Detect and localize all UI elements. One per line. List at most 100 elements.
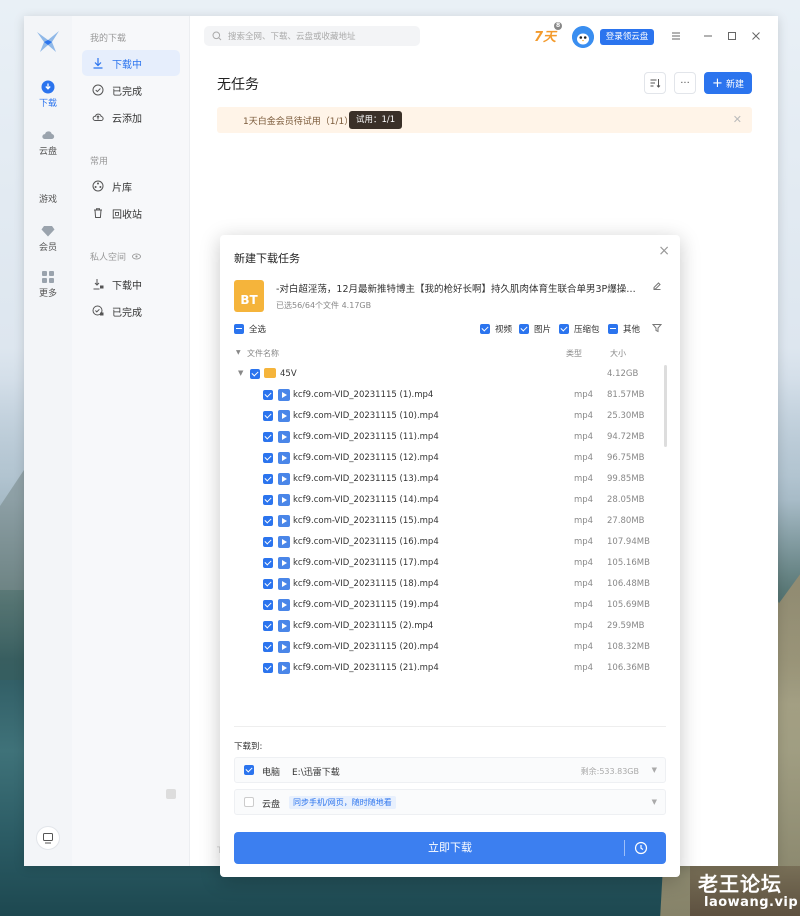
file-row[interactable]: kcf9.com-VID_20231115 (13).mp4 mp4 99.85MB <box>234 469 666 490</box>
sidebar-group-common: 常用 <box>90 157 109 167</box>
trial-banner[interactable]: 1天白金会员待试用（1/1） 试用：1/1 ✕ <box>217 107 752 133</box>
grid-icon <box>42 271 54 283</box>
checkbox-checked[interactable] <box>244 765 254 775</box>
file-row[interactable]: kcf9.com-VID_20231115 (20).mp4 mp4 108.32M… <box>234 637 666 658</box>
destination-path[interactable]: E:\迅雷下载 <box>292 765 340 778</box>
eye-icon[interactable] <box>131 252 141 261</box>
sort-button[interactable] <box>644 72 666 94</box>
video-file-icon <box>278 599 290 611</box>
rail-item-download[interactable]: 下载 <box>24 80 72 109</box>
filter-archive[interactable]: 压缩包 <box>559 323 600 335</box>
more-button[interactable]: ··· <box>674 72 696 94</box>
sidebar-item-trash[interactable]: 回收站 <box>82 200 180 226</box>
file-type: mp4 <box>574 411 594 421</box>
checkbox-checked[interactable] <box>263 495 273 505</box>
filter-image[interactable]: 图片 <box>519 323 551 335</box>
dialog-close-icon[interactable]: × <box>658 243 670 259</box>
sidebar-item-completed[interactable]: 已完成 <box>82 77 180 103</box>
maximize-icon[interactable] <box>726 30 738 42</box>
button-separator <box>624 840 625 856</box>
sort-caret-icon: ▼ <box>236 349 241 356</box>
file-row[interactable]: kcf9.com-VID_20231115 (16).mp4 mp4 107.94M… <box>234 532 666 553</box>
feedback-button[interactable] <box>36 826 60 850</box>
checkbox-checked[interactable] <box>263 537 273 547</box>
file-row[interactable]: kcf9.com-VID_20231115 (21).mp4 mp4 106.36M… <box>234 658 666 679</box>
rail-item-more[interactable]: 更多 <box>24 270 72 299</box>
avatar[interactable] <box>572 26 594 48</box>
file-row[interactable]: kcf9.com-VID_20231115 (19).mp4 mp4 105.69M… <box>234 595 666 616</box>
login-button[interactable]: 登录领云盘 <box>600 29 654 45</box>
checkbox-partial <box>234 324 244 334</box>
checkbox-checked[interactable] <box>263 558 273 568</box>
sidebar-collapse-button[interactable] <box>166 789 176 799</box>
edit-icon[interactable] <box>652 281 662 291</box>
destination-cloud[interactable]: 云盘 同步手机/网页，随时随地看 ▼ <box>234 789 666 815</box>
video-file-icon <box>278 557 290 569</box>
chevron-down-icon[interactable]: ▼ <box>652 798 657 806</box>
checkbox-checked[interactable] <box>250 369 260 379</box>
checkbox-checked[interactable] <box>263 663 273 673</box>
checkbox-checked[interactable] <box>263 579 273 589</box>
sidebar-item-cloud-add[interactable]: 云添加 <box>82 104 180 130</box>
trial-pill[interactable]: 试用：1/1 <box>349 111 403 129</box>
vip-badge-text: 7天 <box>534 30 557 45</box>
schedule-clock-icon[interactable] <box>634 841 648 855</box>
filter-funnel-icon[interactable] <box>652 323 662 333</box>
checkbox-checked[interactable] <box>263 390 273 400</box>
file-name: kcf9.com-VID_20231115 (18).mp4 <box>293 579 439 589</box>
destination-pc[interactable]: 电脑 E:\迅雷下载 剩余:533.83GB ▼ <box>234 757 666 783</box>
video-file-icon <box>278 389 290 401</box>
file-row[interactable]: kcf9.com-VID_20231115 (17).mp4 mp4 105.16M… <box>234 553 666 574</box>
expand-arrow-icon[interactable]: ▼ <box>238 369 243 377</box>
vip-trial-badge[interactable]: 7天 8 <box>534 22 563 45</box>
checkbox-checked[interactable] <box>263 474 273 484</box>
download-now-button[interactable]: 立即下载 <box>234 832 666 864</box>
trial-close-icon[interactable]: ✕ <box>733 113 742 126</box>
rail-item-member[interactable]: 会员 <box>24 224 72 253</box>
cloud-upload-icon <box>92 113 104 121</box>
file-row[interactable]: kcf9.com-VID_20231115 (1).mp4 mp4 81.57MB <box>234 385 666 406</box>
chevron-down-icon[interactable]: ▼ <box>652 766 657 774</box>
file-row[interactable]: kcf9.com-VID_20231115 (14).mp4 mp4 28.05MB <box>234 490 666 511</box>
file-type: mp4 <box>574 516 594 526</box>
checkbox-unchecked[interactable] <box>244 797 254 807</box>
file-row[interactable]: kcf9.com-VID_20231115 (12).mp4 mp4 96.75MB <box>234 448 666 469</box>
file-name: kcf9.com-VID_20231115 (16).mp4 <box>293 537 439 547</box>
sidebar-item-private-downloading[interactable]: 下载中 <box>82 271 180 297</box>
minimize-icon[interactable] <box>702 30 714 42</box>
file-size: 105.16MB <box>607 558 650 568</box>
close-icon[interactable] <box>750 30 762 42</box>
bt-file-icon: BT <box>234 280 264 312</box>
filter-video[interactable]: 视频 <box>480 323 512 335</box>
vip-badge-dot: 8 <box>554 22 563 30</box>
checkbox-checked[interactable] <box>263 432 273 442</box>
rail-item-games[interactable]: 游戏 <box>24 192 72 205</box>
sidebar-item-private-completed[interactable]: 已完成 <box>82 298 180 324</box>
folder-row[interactable]: ▼ 45V 4.12GB <box>234 364 666 385</box>
column-size[interactable]: 大小 <box>610 348 626 359</box>
sidebar-item-downloading[interactable]: 下载中 <box>82 50 180 76</box>
menu-icon[interactable] <box>670 30 682 42</box>
checkbox-checked[interactable] <box>263 453 273 463</box>
file-row[interactable]: kcf9.com-VID_20231115 (10).mp4 mp4 25.30MB <box>234 406 666 427</box>
checkbox-checked[interactable] <box>263 600 273 610</box>
sidebar-item-library[interactable]: 片库 <box>82 173 180 199</box>
checkbox-checked[interactable] <box>263 642 273 652</box>
column-type[interactable]: 类型 <box>566 348 582 359</box>
filter-other[interactable]: 其他 <box>608 323 640 335</box>
file-list-scrollbar[interactable] <box>664 365 667 447</box>
diamond-icon <box>41 226 55 237</box>
file-row[interactable]: kcf9.com-VID_20231115 (11).mp4 mp4 94.72MB <box>234 427 666 448</box>
checkbox-checked[interactable] <box>263 516 273 526</box>
checkbox-checked[interactable] <box>263 411 273 421</box>
select-all-checkbox[interactable]: 全选 <box>234 323 266 335</box>
file-size: 25.30MB <box>607 411 645 421</box>
file-row[interactable]: kcf9.com-VID_20231115 (18).mp4 mp4 106.48M… <box>234 574 666 595</box>
file-row[interactable]: kcf9.com-VID_20231115 (2).mp4 mp4 29.59MB <box>234 616 666 637</box>
file-row[interactable]: kcf9.com-VID_20231115 (15).mp4 mp4 27.80MB <box>234 511 666 532</box>
column-name[interactable]: 文件名称 <box>247 348 279 359</box>
rail-item-cloud[interactable]: 云盘 <box>24 128 72 157</box>
new-task-button[interactable]: + 新建 <box>704 72 752 94</box>
search-input[interactable]: 搜索全网、下载、云盘或收藏地址 <box>204 26 420 46</box>
checkbox-checked[interactable] <box>263 621 273 631</box>
